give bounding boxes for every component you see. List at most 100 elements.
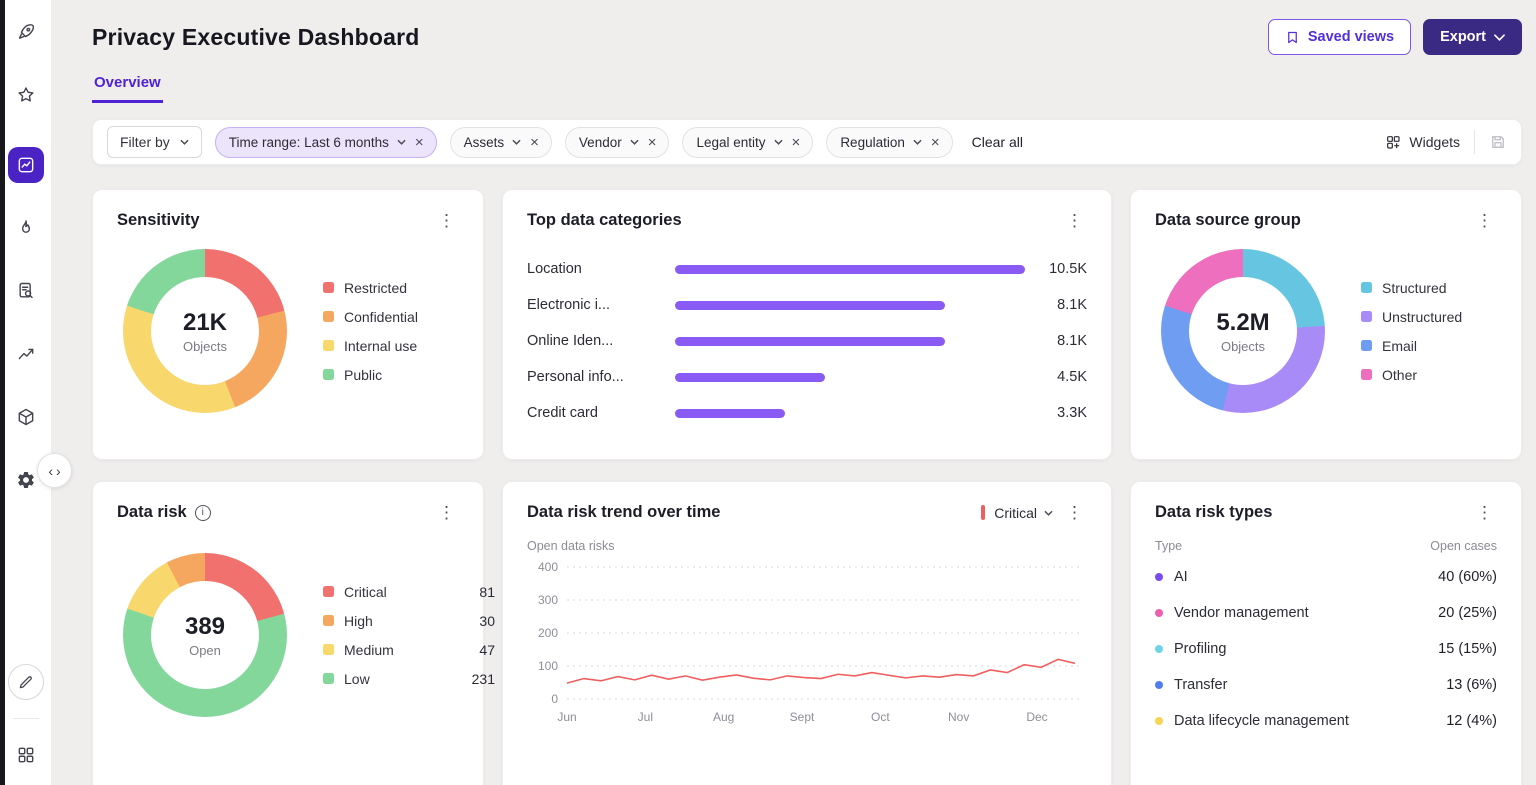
sidebar-collapse-button[interactable]: ‹›	[37, 453, 72, 488]
type-label: Vendor management	[1174, 605, 1309, 621]
column-header-type: Type	[1155, 539, 1182, 553]
legend-swatch	[1361, 340, 1372, 351]
remove-filter-icon[interactable]: ×	[529, 135, 540, 150]
dashboard-chart-icon	[16, 155, 36, 175]
main-content: Privacy Executive Dashboard Saved views …	[52, 0, 1536, 785]
legend-label: Other	[1382, 367, 1417, 383]
card-menu-icon[interactable]: ⋮	[1472, 210, 1497, 231]
sidebar-item-favorites[interactable]	[8, 77, 44, 113]
bar-track	[675, 373, 1025, 382]
sidebar-divider	[13, 718, 39, 719]
legend-item: Medium47	[323, 642, 495, 658]
card-menu-icon[interactable]: ⋮	[1062, 502, 1087, 523]
pencil-icon	[17, 673, 35, 691]
bar-value: 4.5K	[1039, 369, 1087, 385]
export-label: Export	[1440, 29, 1486, 45]
donut-total-label: Objects	[183, 339, 227, 354]
bar-track	[675, 409, 1025, 418]
apps-grid-icon	[16, 745, 36, 765]
chevron-down-icon	[1044, 510, 1053, 516]
sidebar-item-data-review[interactable]	[8, 273, 44, 309]
legend-label: High	[344, 613, 373, 629]
legend-item: Structured	[1361, 280, 1462, 296]
flame-icon	[16, 218, 36, 238]
table-row: Data lifecycle management12 (4%)	[1155, 703, 1497, 739]
data-risk-types-card: Data risk types ⋮ Type Open cases AI40 (…	[1130, 481, 1522, 785]
legend-item: Other	[1361, 367, 1462, 383]
chevron-down-icon	[913, 139, 922, 145]
sidebar-item-dashboards[interactable]	[8, 147, 44, 183]
table-row: Profiling15 (15%)	[1155, 631, 1497, 667]
table-row: AI40 (60%)	[1155, 559, 1497, 595]
tab-overview[interactable]: Overview	[92, 74, 163, 103]
data-risk-legend: Critical81 High30 Medium47 Low231	[323, 584, 495, 687]
filter-chip-legal-entity[interactable]: Legal entity ×	[682, 127, 813, 158]
filter-chip-assets[interactable]: Assets ×	[450, 127, 552, 158]
bar-value: 8.1K	[1039, 297, 1087, 313]
filter-by-label: Filter by	[120, 134, 170, 150]
legend-label: Internal use	[344, 338, 417, 354]
series-dropdown[interactable]: Critical	[994, 505, 1053, 521]
info-icon[interactable]: i	[195, 505, 211, 521]
bar-row: Electronic i... 8.1K	[527, 297, 1087, 313]
type-color-dot	[1155, 681, 1163, 689]
data-source-donut-chart: 5.2M Objects	[1161, 249, 1325, 413]
series-color-indicator	[981, 505, 985, 520]
saved-views-label: Saved views	[1308, 29, 1394, 45]
chevron-down-icon	[512, 139, 521, 145]
card-menu-icon[interactable]: ⋮	[1472, 502, 1497, 523]
legend-swatch	[323, 673, 334, 684]
legend-swatch	[323, 586, 334, 597]
clear-all-button[interactable]: Clear all	[972, 134, 1023, 150]
bar-row: Online Iden... 8.1K	[527, 333, 1087, 349]
save-view-button[interactable]	[1489, 133, 1507, 151]
filter-by-dropdown[interactable]: Filter by	[107, 126, 202, 158]
bar-fill	[675, 409, 785, 418]
tab-bar: Overview	[92, 74, 1522, 104]
remove-filter-icon[interactable]: ×	[647, 135, 658, 150]
card-menu-icon[interactable]: ⋮	[1062, 210, 1087, 231]
legend-item: Unstructured	[1361, 309, 1462, 325]
document-search-icon	[16, 281, 36, 301]
donut-total-label: Objects	[1221, 339, 1265, 354]
filter-bar-right: Widgets	[1385, 130, 1507, 154]
legend-swatch	[1361, 369, 1372, 380]
sidebar-item-apps[interactable]	[8, 737, 44, 773]
card-title: Data risk types	[1155, 503, 1272, 522]
remove-filter-icon[interactable]: ×	[930, 135, 941, 150]
open-cases-value: 15 (15%)	[1438, 641, 1497, 657]
data-risk-card: Data risk i ⋮ 389 Open Critical81 High	[92, 481, 484, 785]
data-source-legend: Structured Unstructured Email Other	[1361, 280, 1462, 383]
donut-center: 389 Open	[123, 553, 287, 717]
legend-swatch	[1361, 282, 1372, 293]
sidebar-item-risk[interactable]	[8, 210, 44, 246]
sidebar-item-catalog[interactable]	[8, 399, 44, 435]
legend-label: Confidential	[344, 309, 418, 325]
widgets-label: Widgets	[1409, 134, 1460, 150]
bar-label: Electronic i...	[527, 297, 661, 313]
filter-chip-regulation[interactable]: Regulation ×	[826, 127, 952, 158]
export-button[interactable]: Export	[1423, 19, 1522, 55]
filter-chip-time-range[interactable]: Time range: Last 6 months ×	[215, 127, 437, 158]
svg-text:Oct: Oct	[871, 710, 890, 724]
remove-filter-icon[interactable]: ×	[414, 135, 425, 150]
legend-swatch	[323, 340, 334, 351]
table-row: Transfer13 (6%)	[1155, 667, 1497, 703]
card-menu-icon[interactable]: ⋮	[434, 502, 459, 523]
table-body: AI40 (60%) Vendor management20 (25%) Pro…	[1155, 559, 1497, 739]
page-header: Privacy Executive Dashboard Saved views …	[92, 16, 1522, 58]
open-cases-value: 12 (4%)	[1446, 713, 1497, 729]
sidebar-item-reports[interactable]	[8, 336, 44, 372]
legend-value: 30	[479, 613, 495, 629]
sidebar-item-getting-started[interactable]	[8, 14, 44, 50]
sidebar-item-compose[interactable]	[8, 664, 44, 700]
remove-filter-icon[interactable]: ×	[791, 135, 802, 150]
trend-chart-icon	[16, 344, 36, 364]
filter-chip-vendor[interactable]: Vendor ×	[565, 127, 670, 158]
widgets-button[interactable]: Widgets	[1385, 134, 1460, 150]
bar-value: 10.5K	[1039, 261, 1087, 277]
bar-row: Personal info... 4.5K	[527, 369, 1087, 385]
saved-views-button[interactable]: Saved views	[1268, 19, 1411, 55]
card-menu-icon[interactable]: ⋮	[434, 210, 459, 231]
legend-label: Structured	[1382, 280, 1447, 296]
